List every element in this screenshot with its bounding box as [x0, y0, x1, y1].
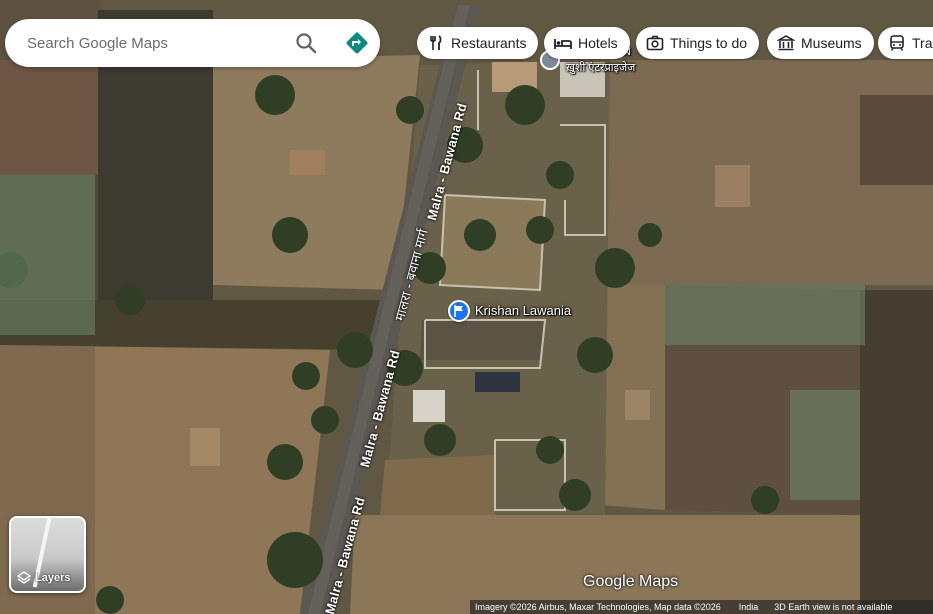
- imagery-attribution[interactable]: Imagery ©2026 Airbus, Maxar Technologies…: [470, 602, 726, 612]
- place-marker[interactable]: [448, 300, 470, 322]
- chip-museums[interactable]: Museums: [767, 27, 874, 59]
- layers-icon: [17, 571, 31, 584]
- transit-icon: [890, 35, 904, 51]
- flag-icon: [454, 305, 463, 317]
- top-place-label[interactable]: ख़ुशी एंटरप्राइजेज: [566, 60, 635, 75]
- earth-view-notice: 3D Earth view is not available: [774, 602, 893, 612]
- chip-restaurants[interactable]: Restaurants: [417, 27, 539, 59]
- attribution-bar: Imagery ©2026 Airbus, Maxar Technologies…: [470, 600, 933, 614]
- layers-label-group: Layers: [17, 571, 70, 585]
- place-label[interactable]: Krishan Lawania: [475, 303, 571, 318]
- category-chips: Restaurants Hotels Things to do Museums: [0, 27, 933, 61]
- chip-things-to-do-label: Things to do: [670, 35, 748, 51]
- chip-hotels-label: Hotels: [578, 35, 618, 51]
- chip-transit[interactable]: Tran: [878, 27, 933, 59]
- google-maps-logo: Google Maps: [583, 573, 679, 590]
- fork-knife-icon: [430, 35, 442, 50]
- chip-museums-label: Museums: [801, 35, 862, 51]
- chip-transit-label: Tran: [912, 35, 933, 51]
- museum-icon: [777, 35, 795, 51]
- layers-label: Layers: [35, 572, 71, 584]
- chip-things-to-do[interactable]: Things to do: [636, 27, 760, 59]
- layers-button[interactable]: Layers: [9, 516, 86, 593]
- camera-icon: [646, 35, 664, 51]
- bed-icon: [554, 39, 572, 49]
- region-link[interactable]: India: [734, 602, 764, 612]
- chip-hotels[interactable]: Hotels: [544, 27, 630, 59]
- chip-restaurants-label: Restaurants: [451, 35, 527, 51]
